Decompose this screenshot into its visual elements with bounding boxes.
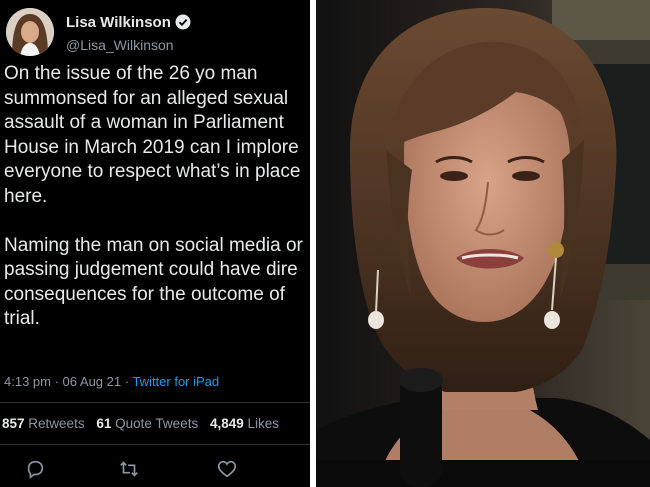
quote-tweets-count: 61 <box>96 416 112 431</box>
tweet-source-link[interactable]: Twitter for iPad <box>132 374 219 389</box>
tweet-card: Lisa Wilkinson @Lisa_Wilkinson On the is… <box>0 0 310 487</box>
tweet-line: passing judgement could have dire <box>4 259 298 280</box>
tweet-line: assault of a woman in Parliament <box>4 112 284 133</box>
tweet-line: On the issue of the 26 yo man <box>4 63 258 84</box>
tweet-line: here. <box>4 185 48 207</box>
likes-count: 4,849 <box>209 416 244 431</box>
like-icon[interactable] <box>216 458 238 480</box>
tweet-paragraph-2: Naming the man on social media or passin… <box>4 234 310 332</box>
quote-tweets-label: Quote Tweets <box>115 416 199 431</box>
tweet-line: trial. <box>4 308 40 329</box>
tweet-meta: 4:13 pm · 06 Aug 21 · Twitter for iPad <box>4 374 220 389</box>
tweet-line: consequences for the outcome of <box>4 283 285 305</box>
avatar[interactable] <box>6 8 54 56</box>
retweets-count: 857 <box>2 416 25 431</box>
divider <box>0 444 310 445</box>
author-handle[interactable]: @Lisa_Wilkinson <box>66 37 174 53</box>
tweet-line: summonsed for an alleged sexual <box>4 87 289 109</box>
tweet-line: House in March 2019 can I implore <box>4 136 299 158</box>
likes-label: Likes <box>247 416 280 431</box>
tweet-line: Naming the man on social media or <box>4 234 303 256</box>
reply-icon[interactable] <box>24 458 46 480</box>
tweet-text: On the issue of the 26 yo man summonsed … <box>4 62 310 332</box>
retweets-stat[interactable]: 857 Retweets <box>2 416 85 431</box>
likes-stat[interactable]: 4,849 Likes <box>210 416 279 431</box>
verified-badge-icon <box>175 14 191 30</box>
tweet-line: everyone to respect what’s in place <box>4 161 301 182</box>
retweets-label: Retweets <box>28 416 85 431</box>
tweet-paragraph-1: On the issue of the 26 yo man summonsed … <box>4 62 310 209</box>
author-name-text: Lisa Wilkinson <box>66 14 171 31</box>
retweet-icon[interactable] <box>118 458 140 480</box>
tweet-time[interactable]: 4:13 pm <box>4 374 51 389</box>
speaker-photo-image <box>316 0 650 487</box>
tweet-date[interactable]: 06 Aug 21 <box>63 374 122 389</box>
action-bar <box>0 458 310 482</box>
author-name[interactable]: Lisa Wilkinson <box>66 14 191 31</box>
divider <box>0 402 310 403</box>
quote-tweets-stat[interactable]: 61 Quote Tweets <box>96 416 198 431</box>
speaker-photo <box>316 0 650 487</box>
tweet-stats: 857 Retweets 61 Quote Tweets 4,849 Likes <box>2 416 287 431</box>
